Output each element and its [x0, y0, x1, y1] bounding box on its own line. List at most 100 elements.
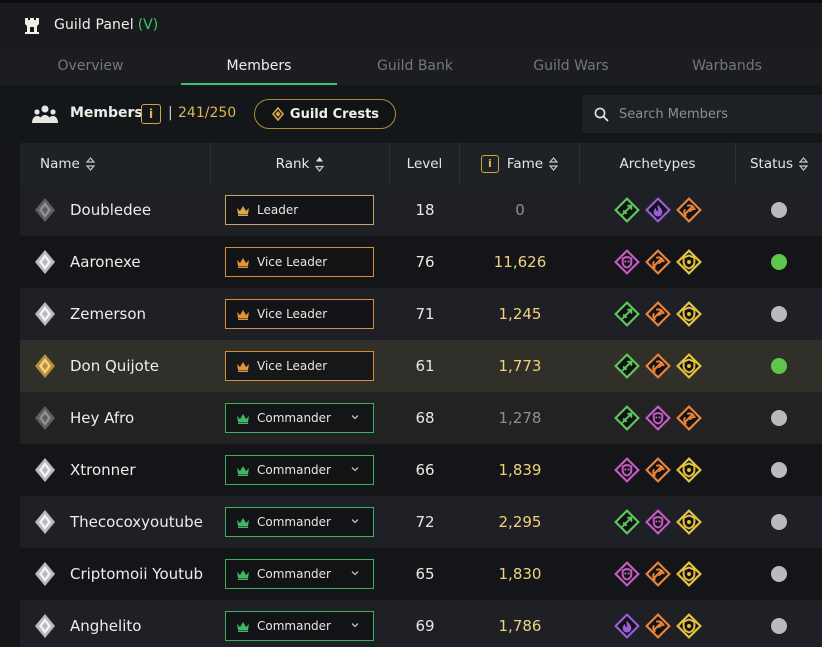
column-level[interactable]: Level — [390, 143, 460, 184]
members-icon — [32, 105, 58, 123]
rank-selector[interactable]: Commander — [225, 611, 374, 641]
member-name[interactable]: Xtronner — [70, 444, 136, 496]
chevron-down-icon[interactable] — [351, 413, 359, 421]
table-row[interactable]: Aaronexe Vice Leader 76 11,626 — [20, 236, 822, 288]
green-dagger-archetype-icon — [614, 197, 640, 223]
table-row[interactable]: Xtronner Commander 66 1,839 — [20, 444, 822, 496]
pink-mask-archetype-icon — [645, 405, 671, 431]
member-name[interactable]: Doubledee — [70, 184, 151, 236]
rank-selector[interactable]: Vice Leader — [225, 299, 374, 329]
crown-icon — [237, 569, 249, 580]
rank-selector[interactable]: Commander — [225, 403, 374, 433]
table-header: Name Rank Level i Fame Archetypes Status — [20, 143, 822, 184]
member-level: 65 — [415, 565, 435, 583]
chevron-down-icon[interactable] — [351, 517, 359, 525]
column-fame[interactable]: i Fame — [460, 143, 580, 184]
member-name[interactable]: Aaronexe — [70, 236, 141, 288]
member-archetypes — [580, 600, 736, 647]
status-indicator — [771, 202, 787, 218]
chevron-down-icon[interactable] — [351, 569, 359, 577]
member-archetypes — [580, 288, 736, 340]
rank-selector[interactable]: Leader — [225, 195, 374, 225]
column-archetypes-label: Archetypes — [619, 155, 696, 172]
guild-crests-button[interactable]: Guild Crests — [254, 99, 396, 129]
orange-axe-archetype-icon — [676, 197, 702, 223]
fame-info-icon[interactable]: i — [480, 154, 499, 173]
rank-emblem-icon — [35, 458, 55, 482]
table-row[interactable]: Hey Afro Commander 68 1,278 — [20, 392, 822, 444]
rank-selector[interactable]: Vice Leader — [225, 247, 374, 277]
tab-overview[interactable]: Overview — [0, 47, 181, 85]
member-level: 18 — [415, 201, 435, 219]
rank-label: Commander — [257, 411, 331, 425]
rank-cell: Commander — [225, 548, 374, 600]
member-emblem — [33, 236, 57, 288]
pink-mask-archetype-icon — [614, 561, 640, 587]
member-name[interactable]: Anghelito — [70, 600, 141, 647]
yellow-shield-archetype-icon — [676, 249, 702, 275]
table-row[interactable]: Thecocoxyoutube Commander 72 2,295 — [20, 496, 822, 548]
column-name[interactable]: Name — [20, 143, 211, 184]
purple-flame-archetype-icon — [645, 197, 671, 223]
table-row[interactable]: Don Quijote Vice Leader 61 1,773 — [20, 340, 822, 392]
sort-icon[interactable] — [799, 156, 809, 172]
rank-selector[interactable]: Commander — [225, 507, 374, 537]
members-info-icon[interactable]: i — [141, 104, 161, 124]
column-status[interactable]: Status — [736, 143, 822, 184]
status-indicator — [771, 462, 787, 478]
crest-icon — [271, 107, 284, 121]
chevron-down-icon[interactable] — [351, 621, 359, 629]
table-row[interactable]: Anghelito Commander 69 1,786 — [20, 600, 822, 647]
orange-axe-archetype-icon — [645, 457, 671, 483]
rank-selector[interactable]: Vice Leader — [225, 351, 374, 381]
rank-label: Commander — [257, 567, 331, 581]
rank-selector[interactable]: Commander — [225, 455, 374, 485]
crown-icon — [237, 621, 249, 632]
sort-icon[interactable] — [315, 155, 325, 173]
sort-icon[interactable] — [85, 156, 95, 172]
crown-icon — [237, 517, 249, 528]
chevron-down-icon[interactable] — [351, 465, 359, 473]
tab-guild-wars[interactable]: Guild Wars — [493, 47, 649, 85]
rank-emblem-icon — [35, 198, 55, 222]
status-indicator — [771, 306, 787, 322]
search-input[interactable] — [619, 106, 819, 122]
table-row[interactable]: Zemerson Vice Leader 71 1,245 — [20, 288, 822, 340]
member-archetypes — [580, 184, 736, 236]
table-row[interactable]: Criptomoii Youtub Commander 65 1,830 — [20, 548, 822, 600]
member-archetypes — [580, 392, 736, 444]
guild-crests-label: Guild Crests — [289, 106, 380, 122]
yellow-shield-archetype-icon — [676, 613, 702, 639]
pink-mask-archetype-icon — [645, 509, 671, 535]
column-fame-label: Fame — [506, 155, 544, 172]
member-fame: 1,245 — [498, 305, 542, 323]
rank-selector[interactable]: Commander — [225, 559, 374, 589]
pink-mask-archetype-icon — [614, 249, 640, 275]
rank-emblem-icon — [35, 406, 55, 430]
rank-cell: Commander — [225, 600, 374, 647]
rank-cell: Vice Leader — [225, 340, 374, 392]
table-row[interactable]: Doubledee Leader 18 0 — [20, 184, 822, 236]
member-fame: 1,839 — [498, 461, 542, 479]
tab-guild-bank[interactable]: Guild Bank — [337, 47, 493, 85]
orange-axe-archetype-icon — [645, 561, 671, 587]
status-indicator — [771, 254, 787, 270]
status-cell — [736, 496, 822, 548]
member-emblem — [33, 288, 57, 340]
crown-icon — [237, 361, 249, 372]
status-cell — [736, 444, 822, 496]
member-name[interactable]: Thecocoxyoutube — [70, 496, 203, 548]
tab-members[interactable]: Members — [181, 47, 337, 85]
rank-emblem-icon — [35, 614, 55, 638]
member-name[interactable]: Zemerson — [70, 288, 146, 340]
member-name[interactable]: Don Quijote — [70, 340, 159, 392]
rank-label: Vice Leader — [257, 359, 328, 373]
crown-icon — [237, 465, 249, 476]
member-name[interactable]: Hey Afro — [70, 392, 134, 444]
tab-warbands[interactable]: Warbands — [649, 47, 805, 85]
column-rank[interactable]: Rank — [211, 143, 390, 184]
member-name[interactable]: Criptomoii Youtub — [70, 548, 203, 600]
rank-cell: Commander — [225, 444, 374, 496]
member-emblem — [33, 444, 57, 496]
sort-icon[interactable] — [549, 156, 559, 172]
